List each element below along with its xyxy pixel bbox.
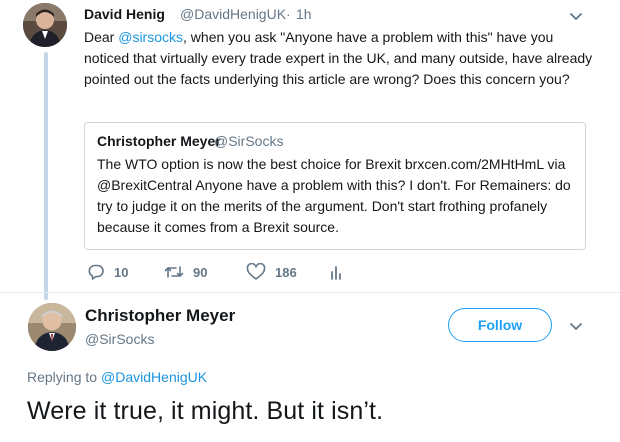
author-name[interactable]: Christopher Meyer bbox=[85, 306, 235, 326]
avatar[interactable] bbox=[28, 303, 76, 351]
retweet-icon bbox=[164, 263, 184, 281]
tweet-text-prefix: Dear bbox=[84, 29, 119, 45]
quoted-tweet[interactable]: Christopher Meyer @SirSocks The WTO opti… bbox=[84, 122, 586, 250]
replying-to-label: Replying to bbox=[27, 369, 98, 385]
analytics-button[interactable] bbox=[329, 263, 345, 281]
chevron-down-icon[interactable] bbox=[568, 8, 584, 24]
replying-to: Replying to @DavidHenigUK bbox=[27, 369, 207, 385]
quoted-tweet-text: The WTO option is now the best choice fo… bbox=[97, 156, 571, 235]
tweet-text: Were it true, it might. But it isn’t. bbox=[27, 397, 384, 425]
reply-button[interactable]: 10 bbox=[87, 263, 128, 281]
divider bbox=[0, 292, 620, 293]
mention-link[interactable]: @DavidHenigUK bbox=[101, 369, 207, 385]
retweet-count: 90 bbox=[193, 264, 208, 280]
analytics-icon bbox=[329, 263, 345, 281]
tweet-text: Dear @sirsocks, when you ask "Anyone hav… bbox=[84, 27, 594, 90]
author-name[interactable]: David Henig bbox=[84, 6, 165, 22]
author-handle[interactable]: @DavidHenigUK bbox=[180, 6, 286, 22]
mention-link[interactable]: @sirsocks bbox=[118, 29, 183, 45]
like-icon bbox=[246, 263, 266, 281]
follow-button[interactable]: Follow bbox=[448, 308, 552, 342]
reply-count: 10 bbox=[114, 264, 129, 280]
quoted-author-name: Christopher Meyer bbox=[97, 133, 221, 149]
author-handle[interactable]: @SirSocks bbox=[85, 331, 154, 347]
avatar[interactable] bbox=[23, 3, 67, 47]
thread-connector-line bbox=[44, 52, 48, 300]
separator-dot: · bbox=[286, 6, 291, 22]
reply-icon bbox=[87, 263, 105, 281]
like-count: 186 bbox=[275, 264, 297, 280]
tweet-timestamp[interactable]: 1h bbox=[296, 6, 312, 22]
quoted-author-handle: @SirSocks bbox=[214, 133, 284, 149]
retweet-button[interactable]: 90 bbox=[164, 263, 207, 281]
like-button[interactable]: 186 bbox=[246, 263, 297, 281]
chevron-down-icon[interactable] bbox=[568, 318, 584, 334]
